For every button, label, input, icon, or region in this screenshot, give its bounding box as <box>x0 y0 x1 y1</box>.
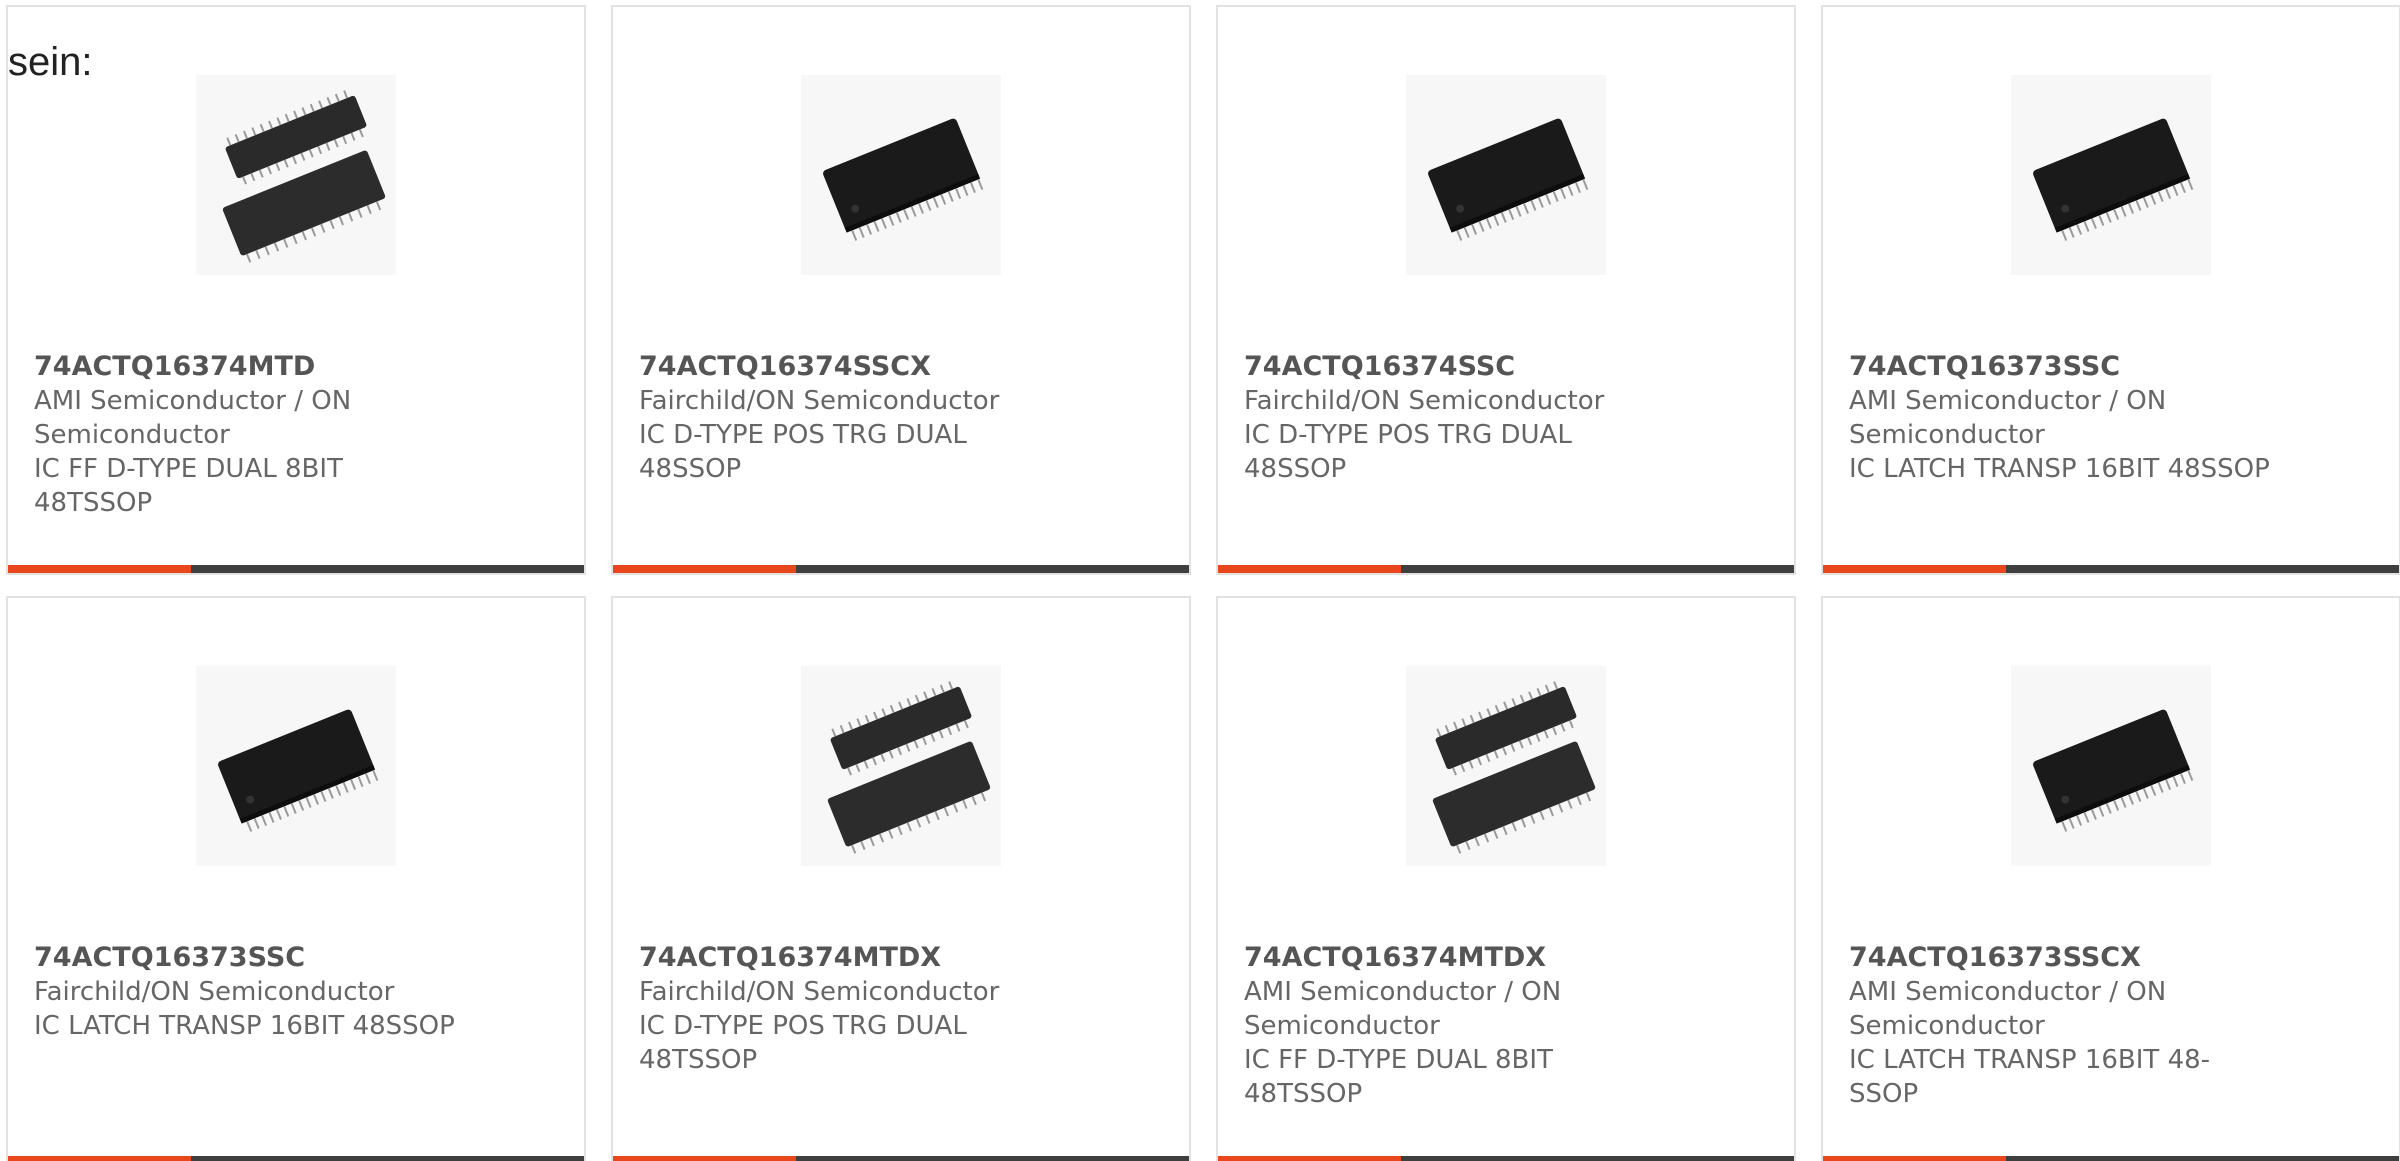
page: 74ACTQ16374MTD AMI Semiconductor / ON Se… <box>0 0 2400 1161</box>
product-info: 74ACTQ16373SSC AMI Semiconductor / ON Se… <box>1849 350 2279 486</box>
product-info: 74ACTQ16374MTD AMI Semiconductor / ON Se… <box>34 350 464 520</box>
manufacturer-name: AMI Semiconductor / ON Semiconductor <box>1849 386 2167 450</box>
intro-text: sein: <box>8 40 93 84</box>
part-number-link[interactable]: 74ACTQ16373SSC <box>1849 350 2279 384</box>
card-accent-bar <box>613 565 796 573</box>
card-bottom-bar <box>8 1156 584 1161</box>
product-description: IC LATCH TRANSP 16BIT 48SSOP <box>1849 454 2270 484</box>
product-image[interactable] <box>8 67 584 282</box>
product-description: IC D-TYPE POS TRG DUAL 48TSSOP <box>639 1011 967 1075</box>
product-card[interactable]: 74ACTQ16373SSCX AMI Semiconductor / ON S… <box>1821 596 2400 1161</box>
product-description: IC LATCH TRANSP 16BIT 48-SSOP <box>1849 1045 2211 1109</box>
product-description: IC D-TYPE POS TRG DUAL 48SSOP <box>639 420 967 484</box>
product-card[interactable]: 74ACTQ16374SSC Fairchild/ON Semiconducto… <box>1216 5 1796 575</box>
product-card[interactable]: 74ACTQ16374MTDX Fairchild/ON Semiconduct… <box>611 596 1191 1161</box>
card-bottom-bar <box>1218 565 1794 573</box>
card-accent-bar <box>1218 1156 1401 1161</box>
part-number-link[interactable]: 74ACTQ16374SSCX <box>639 350 1069 384</box>
product-description: IC D-TYPE POS TRG DUAL 48SSOP <box>1244 420 1572 484</box>
manufacturer-name: AMI Semiconductor / ON Semiconductor <box>1849 977 2167 1041</box>
product-image[interactable] <box>1218 658 1794 873</box>
part-number-link[interactable]: 74ACTQ16374SSC <box>1244 350 1674 384</box>
card-accent-bar <box>613 1156 796 1161</box>
product-card[interactable]: 74ACTQ16374MTDX AMI Semiconductor / ON S… <box>1216 596 1796 1161</box>
product-image[interactable] <box>1823 658 2399 873</box>
manufacturer-name: Fairchild/ON Semiconductor <box>34 977 395 1007</box>
product-image[interactable] <box>613 67 1189 282</box>
product-card[interactable]: 74ACTQ16373SSC AMI Semiconductor / ON Se… <box>1821 5 2400 575</box>
part-number-link[interactable]: 74ACTQ16374MTD <box>34 350 464 384</box>
card-bottom-bar <box>1823 565 2399 573</box>
product-info: 74ACTQ16374MTDX AMI Semiconductor / ON S… <box>1244 941 1674 1111</box>
manufacturer-name: Fairchild/ON Semiconductor <box>639 977 1000 1007</box>
product-description: IC FF D-TYPE DUAL 8BIT 48TSSOP <box>1244 1045 1553 1109</box>
product-image[interactable] <box>1218 67 1794 282</box>
card-accent-bar <box>1823 1156 2006 1161</box>
product-info: 74ACTQ16373SSC Fairchild/ON Semiconducto… <box>34 941 464 1043</box>
card-bottom-bar <box>1823 1156 2399 1161</box>
card-accent-bar <box>1218 565 1401 573</box>
tssop-dual-chip-icon <box>196 74 396 275</box>
product-info: 74ACTQ16374MTDX Fairchild/ON Semiconduct… <box>639 941 1069 1077</box>
product-description: IC LATCH TRANSP 16BIT 48SSOP <box>34 1011 455 1041</box>
product-info: 74ACTQ16373SSCX AMI Semiconductor / ON S… <box>1849 941 2279 1111</box>
ssop-chip-icon <box>2011 74 2211 275</box>
product-image[interactable] <box>8 658 584 873</box>
tssop-dual-chip-icon <box>801 665 1001 866</box>
product-image[interactable] <box>1823 67 2399 282</box>
manufacturer-name: AMI Semiconductor / ON Semiconductor <box>34 386 352 450</box>
card-accent-bar <box>8 1156 191 1161</box>
product-image[interactable] <box>613 658 1189 873</box>
product-card[interactable]: 74ACTQ16373SSC Fairchild/ON Semiconducto… <box>6 596 586 1161</box>
manufacturer-name: Fairchild/ON Semiconductor <box>1244 386 1605 416</box>
ssop-chip-icon <box>2011 665 2211 866</box>
card-bottom-bar <box>613 1156 1189 1161</box>
ssop-chip-icon <box>196 665 396 866</box>
product-info: 74ACTQ16374SSCX Fairchild/ON Semiconduct… <box>639 350 1069 486</box>
manufacturer-name: AMI Semiconductor / ON Semiconductor <box>1244 977 1562 1041</box>
card-accent-bar <box>1823 565 2006 573</box>
manufacturer-name: Fairchild/ON Semiconductor <box>639 386 1000 416</box>
part-number-link[interactable]: 74ACTQ16374MTDX <box>639 941 1069 975</box>
card-bottom-bar <box>1218 1156 1794 1161</box>
part-number-link[interactable]: 74ACTQ16374MTDX <box>1244 941 1674 975</box>
ssop-chip-icon <box>801 74 1001 275</box>
card-bottom-bar <box>8 565 584 573</box>
ssop-chip-icon <box>1406 74 1606 275</box>
product-info: 74ACTQ16374SSC Fairchild/ON Semiconducto… <box>1244 350 1674 486</box>
tssop-dual-chip-icon <box>1406 665 1606 866</box>
part-number-link[interactable]: 74ACTQ16373SSCX <box>1849 941 2279 975</box>
card-bottom-bar <box>613 565 1189 573</box>
part-number-link[interactable]: 74ACTQ16373SSC <box>34 941 464 975</box>
product-description: IC FF D-TYPE DUAL 8BIT 48TSSOP <box>34 454 343 518</box>
card-accent-bar <box>8 565 191 573</box>
product-card[interactable]: 74ACTQ16374SSCX Fairchild/ON Semiconduct… <box>611 5 1191 575</box>
product-card[interactable]: 74ACTQ16374MTD AMI Semiconductor / ON Se… <box>6 5 586 575</box>
